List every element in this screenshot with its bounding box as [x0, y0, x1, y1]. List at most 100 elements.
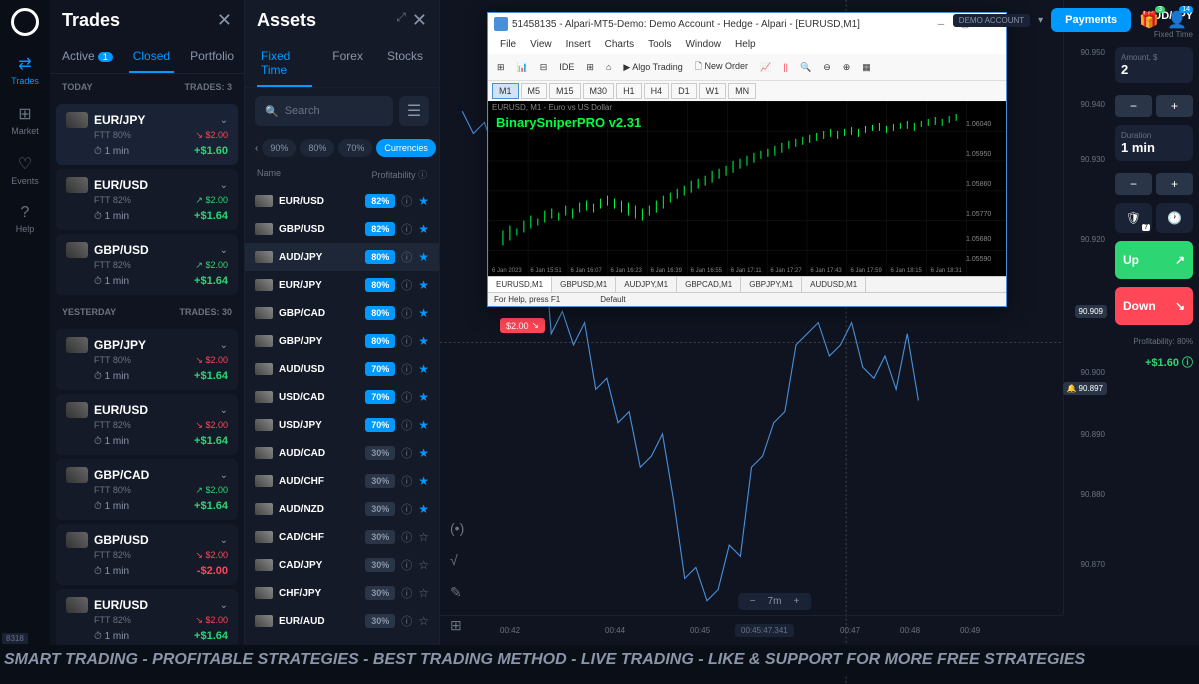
timeframe-MN[interactable]: MN: [728, 83, 756, 99]
info-icon[interactable]: ⓘ: [401, 417, 412, 433]
star-icon[interactable]: ★: [418, 362, 429, 376]
chevron-down-icon[interactable]: ⌄: [220, 405, 228, 416]
chip-currencies[interactable]: Currencies: [376, 139, 436, 157]
star-icon[interactable]: ★: [418, 278, 429, 292]
info-icon[interactable]: ⓘ: [401, 613, 412, 629]
broadcast-icon[interactable]: (•): [450, 520, 464, 536]
tool-icon[interactable]: ▦: [857, 59, 876, 76]
close-icon[interactable]: ✕: [217, 10, 232, 31]
tool-icon[interactable]: ⊖: [818, 59, 836, 76]
tool-icon[interactable]: 📊: [512, 59, 533, 76]
asset-row[interactable]: EUR/AUD 30% ⓘ ☆: [245, 607, 439, 635]
rail-market[interactable]: ⊞Market: [11, 104, 39, 136]
duration-minus[interactable]: −: [1115, 173, 1152, 195]
info-icon[interactable]: ⓘ: [401, 193, 412, 209]
mt5-chart[interactable]: EURUSD, M1 - Euro vs US Dollar BinarySni…: [488, 101, 1006, 276]
chevron-down-icon[interactable]: ⌄: [220, 340, 228, 351]
tab-active[interactable]: Active1: [58, 41, 117, 73]
info-icon[interactable]: ⓘ: [401, 221, 412, 237]
trade-card[interactable]: GBP/USD⌄ FTT 82%↗ $2.00 ⏱ 1 min+$1.64: [56, 234, 238, 295]
tab-closed[interactable]: Closed: [129, 41, 174, 73]
timeframe-H4[interactable]: H4: [644, 83, 670, 99]
star-icon[interactable]: ★: [418, 390, 429, 404]
star-icon[interactable]: ★: [418, 418, 429, 432]
layout-icon[interactable]: ⊞: [450, 617, 464, 634]
star-icon[interactable]: ★: [418, 446, 429, 460]
chevron-down-icon[interactable]: ⌄: [220, 245, 228, 256]
chevron-down-icon[interactable]: ⌄: [220, 115, 228, 126]
chevron-down-icon[interactable]: ▾: [1038, 15, 1043, 26]
asset-row[interactable]: EUR/USD 82% ⓘ ★: [245, 187, 439, 215]
trade-card[interactable]: GBP/CAD⌄ FTT 80%↗ $2.00 ⏱ 1 min+$1.64: [56, 459, 238, 520]
star-icon[interactable]: ☆: [418, 614, 429, 628]
chevron-down-icon[interactable]: ⌄: [220, 600, 228, 611]
chevron-down-icon[interactable]: ⌄: [220, 180, 228, 191]
zoom-control[interactable]: − 7m +: [738, 593, 812, 610]
asset-row[interactable]: USD/CAD 70% ⓘ ★: [245, 383, 439, 411]
menu-file[interactable]: File: [494, 37, 522, 52]
info-icon[interactable]: ⓘ: [401, 333, 412, 349]
asset-row[interactable]: GBP/CAD 80% ⓘ ★: [245, 299, 439, 327]
timeframe-H1[interactable]: H1: [616, 83, 642, 99]
duration-field[interactable]: Duration 1 min: [1115, 125, 1193, 161]
menu-tools[interactable]: Tools: [642, 37, 677, 52]
info-icon[interactable]: ⓘ: [401, 557, 412, 573]
avatar-icon[interactable]: 👤14: [1167, 10, 1187, 30]
pct-70[interactable]: 70%: [338, 139, 372, 157]
info-icon[interactable]: ⓘ: [401, 389, 412, 405]
expand-icon[interactable]: ⤢: [396, 10, 406, 31]
tool-icon[interactable]: ⊞: [581, 59, 599, 76]
tab-fixed-time[interactable]: Fixed Time: [257, 41, 312, 87]
chart-tab[interactable]: AUDUSD,M1: [802, 277, 866, 292]
trade-card[interactable]: GBP/JPY⌄ FTT 80%↘ $2.00 ⏱ 1 min+$1.64: [56, 329, 238, 390]
asset-row[interactable]: EUR/JPY 80% ⓘ ★: [245, 271, 439, 299]
asset-row[interactable]: AUD/CHF 30% ⓘ ★: [245, 467, 439, 495]
star-icon[interactable]: ☆: [418, 586, 429, 600]
asset-row[interactable]: CHF/JPY 30% ⓘ ☆: [245, 579, 439, 607]
pct-90[interactable]: 90%: [262, 139, 296, 157]
chart-tab[interactable]: GBPCAD,M1: [677, 277, 741, 292]
menu-window[interactable]: Window: [679, 37, 727, 52]
chevron-down-icon[interactable]: ⌄: [220, 470, 228, 481]
rail-trades[interactable]: ⇄Trades: [11, 54, 39, 86]
chart-tab[interactable]: EURUSD,M1: [488, 277, 552, 292]
duration-plus[interactable]: +: [1156, 173, 1193, 195]
star-icon[interactable]: ☆: [418, 558, 429, 572]
rail-help[interactable]: ?Help: [16, 204, 35, 234]
chart-tab[interactable]: AUDJPY,M1: [616, 277, 677, 292]
asset-row[interactable]: GBP/USD 82% ⓘ ★: [245, 215, 439, 243]
tool-icon[interactable]: ⊞: [492, 59, 510, 76]
star-icon[interactable]: ★: [418, 194, 429, 208]
asset-row[interactable]: AUD/USD 70% ⓘ ★: [245, 355, 439, 383]
star-icon[interactable]: ★: [418, 250, 429, 264]
tab-stocks[interactable]: Stocks: [383, 41, 427, 87]
info-icon[interactable]: ⓘ: [401, 473, 412, 489]
info-icon[interactable]: ⓘ: [401, 445, 412, 461]
scroll-left[interactable]: ‹: [255, 138, 258, 158]
asset-row[interactable]: AUD/JPY 80% ⓘ ★: [245, 243, 439, 271]
up-button[interactable]: Up↗: [1115, 241, 1193, 279]
info-icon[interactable]: ⓘ: [401, 277, 412, 293]
star-icon[interactable]: ★: [418, 306, 429, 320]
amount-field[interactable]: Amount, $ 2: [1115, 47, 1193, 83]
asset-row[interactable]: GBP/JPY 80% ⓘ ★: [245, 327, 439, 355]
pct-80[interactable]: 80%: [300, 139, 334, 157]
filter-button[interactable]: ☰: [399, 96, 429, 126]
rail-events[interactable]: ♡Events: [11, 154, 39, 186]
tool-icon[interactable]: 📈: [755, 59, 776, 76]
asset-row[interactable]: CAD/JPY 30% ⓘ ☆: [245, 551, 439, 579]
asset-row[interactable]: USD/JPY 70% ⓘ ★: [245, 411, 439, 439]
trade-card[interactable]: EUR/USD⌄ FTT 82%↗ $2.00 ⏱ 1 min+$1.64: [56, 169, 238, 230]
menu-view[interactable]: View: [524, 37, 558, 52]
close-icon[interactable]: ✕: [412, 10, 427, 31]
amount-minus[interactable]: −: [1115, 95, 1152, 117]
new-order-button[interactable]: 🗋 New Order: [690, 56, 753, 78]
menu-insert[interactable]: Insert: [560, 37, 597, 52]
menu-charts[interactable]: Charts: [599, 37, 640, 52]
trade-card[interactable]: EUR/USD⌄ FTT 82%↘ $2.00 ⏱ 1 min+$1.64: [56, 589, 238, 650]
timeframe-D1[interactable]: D1: [671, 83, 697, 99]
tool-icon[interactable]: ⌂: [601, 59, 616, 75]
tool-icon[interactable]: ||: [778, 59, 793, 75]
chevron-down-icon[interactable]: ⌄: [220, 535, 228, 546]
asset-row[interactable]: AUD/CAD 30% ⓘ ★: [245, 439, 439, 467]
